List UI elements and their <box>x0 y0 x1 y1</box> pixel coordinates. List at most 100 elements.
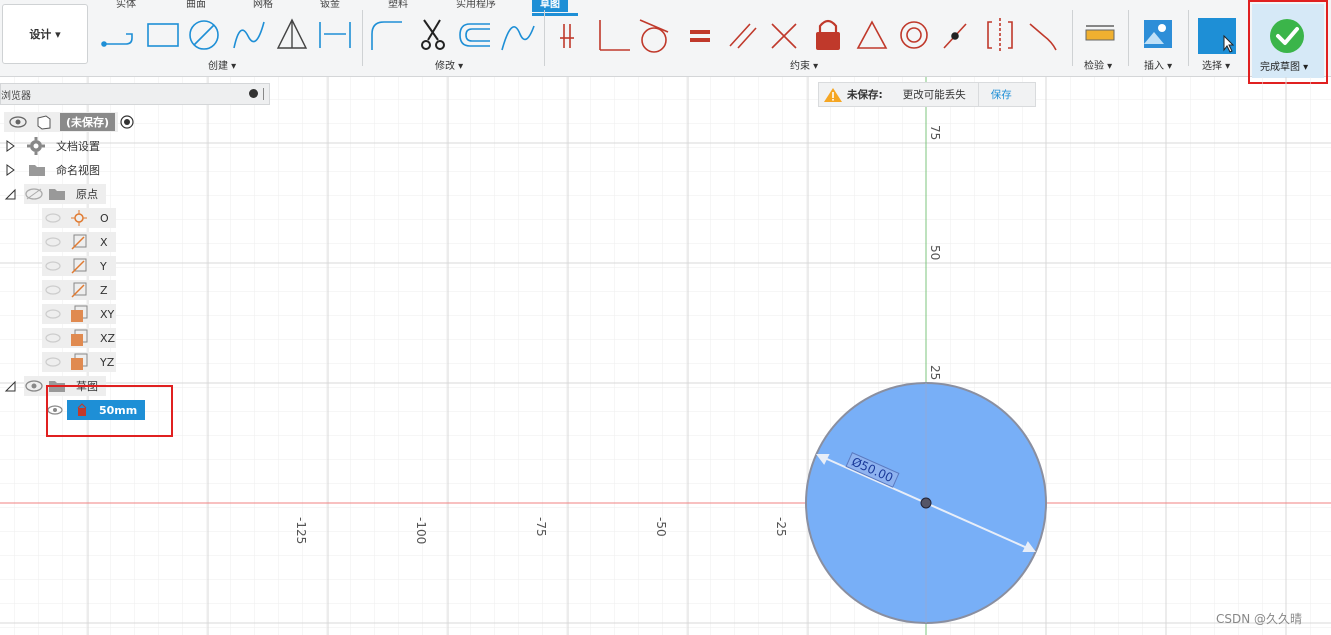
toolbar-separator <box>362 10 363 66</box>
inspect-group-label[interactable]: 检验 ▾ <box>1084 57 1112 72</box>
curvature-constraint-icon[interactable] <box>1029 23 1057 51</box>
component-icon <box>37 115 51 130</box>
perpendicular-constraint-icon[interactable] <box>599 20 630 51</box>
parallel-constraint-icon[interactable] <box>729 23 757 49</box>
sketch-canvas[interactable]: -125 -100 -75 -50 -25 75 50 25 Ø50.00 CS… <box>0 77 1331 635</box>
highlight-box-sketch <box>46 385 173 437</box>
tab-surface[interactable]: 曲面 <box>186 0 206 12</box>
axis-icon <box>71 282 87 298</box>
midpoint-constraint-icon[interactable] <box>943 23 967 49</box>
browser-root-row[interactable]: (未保存) <box>4 112 118 132</box>
eye-hidden-icon[interactable] <box>44 211 62 225</box>
browser-item-y-axis[interactable]: Y <box>42 256 116 276</box>
browser-header: 浏览器 <box>0 83 270 105</box>
tab-utilities[interactable]: 实用程序 <box>456 0 496 12</box>
plane-icon <box>71 353 88 370</box>
origin-label: 原点 <box>76 188 98 201</box>
modify-group-label[interactable]: 修改 ▾ <box>435 57 463 72</box>
expand-arrow-icon[interactable] <box>4 163 16 177</box>
curve-tool-icon[interactable] <box>501 25 535 51</box>
eye-hidden-icon[interactable] <box>24 187 44 201</box>
browser-item-xz-plane[interactable]: XZ <box>42 328 116 348</box>
y-tick-label: 25 <box>928 365 942 381</box>
warning-message: 更改可能丢失 <box>902 89 966 101</box>
equal-constraint-icon[interactable] <box>690 30 710 42</box>
tab-mesh[interactable]: 网格 <box>253 0 273 12</box>
eye-hidden-icon[interactable] <box>44 283 62 297</box>
y-tick-label: 75 <box>928 125 942 141</box>
browser-item-xy-plane[interactable]: XY <box>42 304 116 324</box>
insert-image-icon[interactable] <box>1142 18 1174 50</box>
toolbar-separator <box>1072 10 1073 66</box>
eye-icon[interactable] <box>24 379 44 393</box>
browser-item-yz-plane[interactable]: YZ <box>42 352 116 372</box>
eye-icon[interactable] <box>8 115 28 129</box>
design-workspace-button[interactable]: 设计 ▾ <box>2 4 88 64</box>
collinear-constraint-icon[interactable] <box>771 23 797 49</box>
expand-arrow-icon[interactable] <box>4 139 16 153</box>
tab-sketch[interactable]: 草图 <box>532 0 568 12</box>
tangent-constraint-icon[interactable] <box>639 19 669 53</box>
triangle-tool-icon[interactable] <box>276 18 308 49</box>
axis-icon <box>71 234 87 250</box>
fix-constraint-icon[interactable] <box>560 24 574 48</box>
browser-item-x-axis[interactable]: X <box>42 232 116 252</box>
x-tick-label: -125 <box>294 517 308 545</box>
x-tick-label: -100 <box>414 517 428 545</box>
x-axis-label: X <box>100 235 108 249</box>
fillet-tool-icon[interactable] <box>371 21 402 50</box>
xy-plane-label: XY <box>100 307 115 321</box>
browser-item-z-axis[interactable]: Z <box>42 280 116 300</box>
warning-title: 未保存: <box>847 89 883 101</box>
tab-plastic[interactable]: 塑料 <box>388 0 408 12</box>
spline-tool-icon[interactable] <box>233 21 265 49</box>
constraints-group-label[interactable]: 约束 ▾ <box>790 57 818 72</box>
browser-item-named-views[interactable]: 命名视图 <box>4 160 114 180</box>
select-icon[interactable] <box>1198 18 1238 54</box>
eye-hidden-icon[interactable] <box>44 235 62 249</box>
lock-constraint-icon[interactable] <box>816 19 840 50</box>
ruler-icon[interactable] <box>1082 22 1118 50</box>
toolbar-separator <box>544 10 545 66</box>
select-group-label[interactable]: 选择 ▾ <box>1202 57 1230 72</box>
activate-radio-icon[interactable] <box>120 115 134 129</box>
browser-item-origin-point[interactable]: O <box>42 208 116 228</box>
panel-pin-icon[interactable] <box>263 88 264 100</box>
axis-icon <box>71 258 87 274</box>
dimension-tool-icon[interactable] <box>319 22 351 48</box>
toolbar-separator <box>1128 10 1129 66</box>
collapse-arrow-icon[interactable] <box>4 379 16 393</box>
eye-hidden-icon[interactable] <box>44 307 62 321</box>
offset-tool-icon[interactable] <box>459 23 490 47</box>
triangle-constraint-icon[interactable] <box>856 20 888 49</box>
eye-hidden-icon[interactable] <box>44 355 62 369</box>
save-button[interactable]: 保存 <box>991 87 1012 102</box>
tab-solid[interactable]: 实体 <box>116 0 136 12</box>
eye-hidden-icon[interactable] <box>44 331 62 345</box>
highlight-box-finish <box>1248 0 1328 84</box>
collapse-icon[interactable] <box>249 89 258 98</box>
concentric-constraint-icon[interactable] <box>900 21 928 49</box>
watermark: CSDN @久久晴 <box>1216 612 1303 626</box>
center-point[interactable] <box>920 497 932 509</box>
gear-icon <box>27 137 45 155</box>
plane-icon <box>71 305 88 322</box>
browser-item-origin[interactable]: 原点 <box>4 184 114 204</box>
insert-group-label[interactable]: 插入 ▾ <box>1144 57 1172 72</box>
line-tool-icon[interactable] <box>101 33 133 47</box>
z-axis-label: Z <box>100 283 108 297</box>
yz-plane-label: YZ <box>100 355 115 369</box>
collapse-arrow-icon[interactable] <box>4 187 16 201</box>
circle-tool-icon[interactable] <box>189 20 219 50</box>
tab-sheetmetal[interactable]: 钣金 <box>320 0 340 12</box>
y-tick-label: 50 <box>928 245 942 261</box>
origin-o-label: O <box>100 211 109 225</box>
trim-scissors-icon[interactable] <box>421 19 445 50</box>
browser-item-doc-settings[interactable]: 文档设置 <box>4 136 114 156</box>
toolbar-separator <box>1188 10 1189 66</box>
rectangle-tool-icon[interactable] <box>147 23 179 47</box>
eye-hidden-icon[interactable] <box>44 259 62 273</box>
create-group-label[interactable]: 创建 ▾ <box>208 57 236 72</box>
symmetry-constraint-icon[interactable] <box>987 18 1013 52</box>
x-tick-label: -50 <box>654 517 668 537</box>
